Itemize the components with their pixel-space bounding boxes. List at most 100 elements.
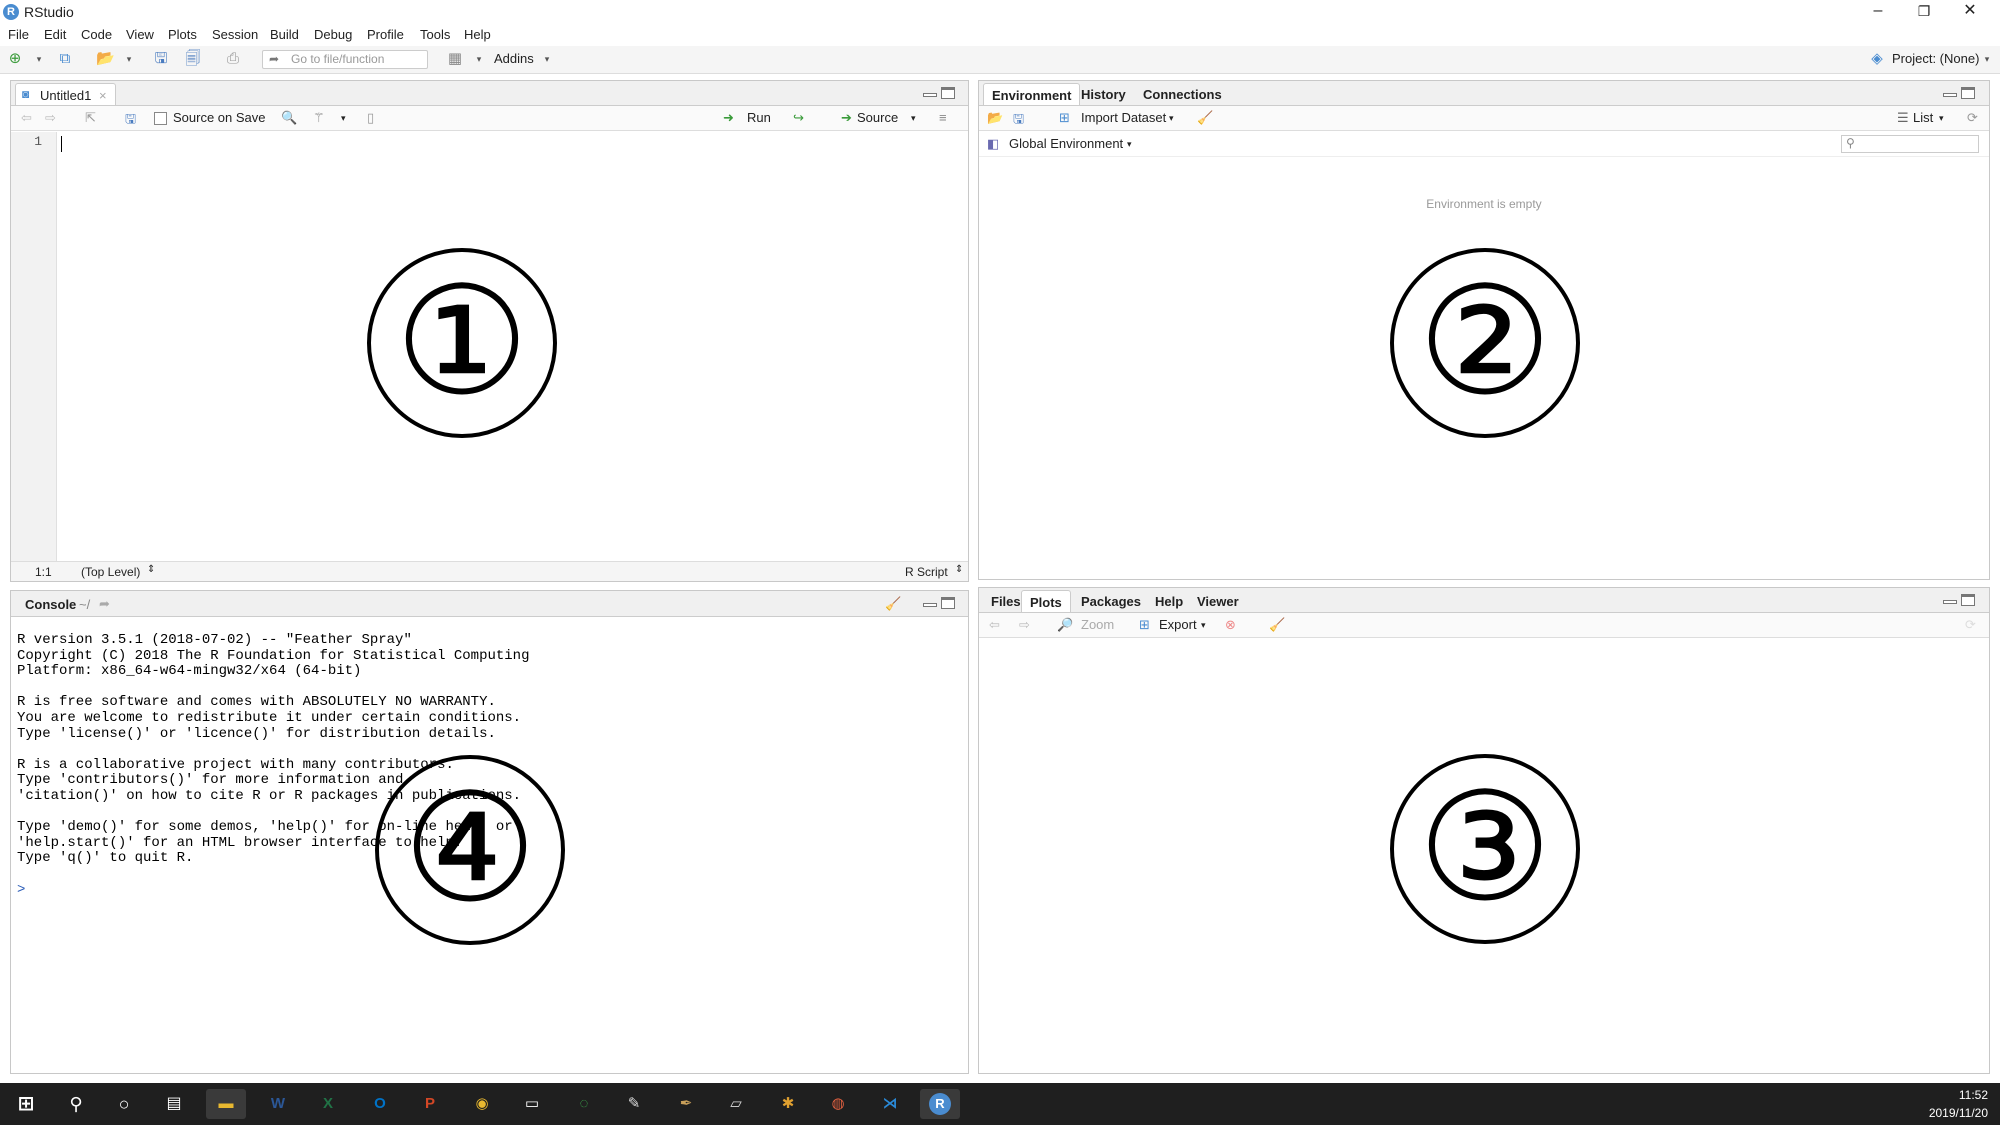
tab-packages[interactable]: Packages — [1073, 590, 1149, 612]
menu-code[interactable]: Code — [81, 27, 112, 42]
new-file-dropdown-icon[interactable]: ▾ — [30, 50, 48, 68]
remove-plot-icon[interactable]: ⊗ — [1225, 617, 1236, 633]
file-type-selector[interactable]: R Script — [905, 565, 948, 579]
export-dropdown-icon[interactable]: ▾ — [1201, 620, 1206, 631]
menu-view[interactable]: View — [126, 27, 154, 42]
menu-file[interactable]: File — [8, 27, 29, 42]
tab-history[interactable]: History — [1073, 83, 1134, 105]
menu-edit[interactable]: Edit — [44, 27, 66, 42]
back-arrow-icon[interactable]: ⇦ — [21, 110, 32, 126]
source-on-save-checkbox[interactable] — [154, 112, 167, 125]
slack-icon[interactable]: ✱ — [768, 1089, 808, 1119]
plot-forward-icon[interactable]: ⇨ — [1019, 617, 1030, 633]
inkscape-app-icon[interactable]: ✒ — [666, 1089, 706, 1119]
close-button[interactable]: ✕ — [1947, 0, 1993, 24]
forward-arrow-icon[interactable]: ⇨ — [45, 110, 56, 126]
plot-refresh-icon[interactable]: ⟳ — [1965, 617, 1976, 633]
zoom-button[interactable]: Zoom — [1081, 617, 1114, 632]
cortana-icon[interactable]: ○ — [104, 1089, 144, 1119]
powerpoint-icon[interactable]: P — [410, 1089, 450, 1119]
files-minmax[interactable] — [1943, 594, 1977, 608]
console-minmax[interactable] — [923, 597, 957, 611]
run-button[interactable]: Run — [747, 110, 771, 125]
export-button[interactable]: Export — [1159, 617, 1197, 632]
tab-help[interactable]: Help — [1147, 590, 1191, 612]
environment-minmax[interactable] — [1943, 87, 1977, 101]
menu-build[interactable]: Build — [270, 27, 299, 42]
word-icon[interactable]: W — [258, 1089, 298, 1119]
menu-debug[interactable]: Debug — [314, 27, 352, 42]
layout-dropdown-icon[interactable]: ▾ — [470, 50, 488, 68]
console-go-to-dir-icon[interactable]: ➦ — [99, 596, 110, 612]
list-view-selector[interactable]: List — [1913, 110, 1933, 125]
chrome-icon[interactable]: ◉ — [462, 1089, 502, 1119]
code-tools-wand-icon[interactable]: ⚚ — [313, 110, 325, 126]
rerun-icon[interactable]: ↪ — [793, 110, 804, 126]
import-dropdown-icon[interactable]: ▾ — [1169, 113, 1174, 124]
main-toolbar: ⊕ ▾ ⧉ 📂 ▾ 🖫 🗐 ⎙ ➦ Go to file/function ▦ … — [0, 46, 2000, 74]
save-all-icon[interactable]: 🗐 — [184, 50, 202, 68]
refresh-icon[interactable]: ⟳ — [1967, 110, 1978, 126]
save-workspace-icon[interactable]: 🖫 — [1013, 110, 1024, 132]
import-dataset-button[interactable]: Import Dataset — [1081, 110, 1166, 125]
tab-connections[interactable]: Connections — [1135, 83, 1230, 105]
code-tools-dropdown-icon[interactable]: ▾ — [341, 113, 346, 124]
outlook-icon[interactable]: O — [360, 1089, 400, 1119]
clear-plots-broom-icon[interactable]: 🧹 — [1269, 617, 1285, 633]
console-clear-broom-icon[interactable]: 🧹 — [885, 596, 901, 612]
minimize-button[interactable]: – — [1855, 0, 1901, 24]
rstudio-taskbar-icon[interactable]: R — [920, 1089, 960, 1119]
menu-profile[interactable]: Profile — [367, 27, 404, 42]
save-icon[interactable]: 🖫 — [152, 50, 170, 68]
menu-session[interactable]: Session — [212, 27, 258, 42]
clear-workspace-broom-icon[interactable]: 🧹 — [1197, 110, 1213, 126]
load-workspace-icon[interactable]: 📂 — [987, 110, 1003, 126]
addins-dropdown-icon[interactable]: ▾ — [538, 50, 556, 68]
grid-layout-icon[interactable]: ▦ — [446, 50, 464, 68]
editor-minmax[interactable] — [923, 87, 957, 101]
environment-search-input[interactable]: ⚲ — [1841, 135, 1979, 153]
file-explorer-icon[interactable]: ▬ — [206, 1089, 246, 1119]
project-menu[interactable]: Project: (None) — [1892, 51, 1979, 66]
paint-app-icon[interactable]: ✎ — [614, 1089, 654, 1119]
vscode-icon[interactable]: ⋊ — [870, 1089, 910, 1119]
environment-scope-selector[interactable]: Global Environment — [1009, 136, 1123, 151]
environment-scope-dropdown-icon[interactable]: ▾ — [1127, 139, 1132, 150]
new-project-icon[interactable]: ⧉ — [56, 50, 74, 68]
print-icon[interactable]: ⎙ — [224, 50, 242, 68]
source-button[interactable]: Source — [857, 110, 898, 125]
go-to-file-input[interactable]: ➦ Go to file/function — [262, 50, 428, 69]
scope-selector[interactable]: (Top Level) — [81, 565, 140, 579]
menu-help[interactable]: Help — [464, 27, 491, 42]
search-icon[interactable]: ⚲ — [56, 1089, 96, 1119]
tab-untitled1[interactable]: ◙ Untitled1 × — [15, 83, 116, 105]
menu-tools[interactable]: Tools — [420, 27, 450, 42]
open-recent-dropdown-icon[interactable]: ▾ — [120, 50, 138, 68]
show-in-window-icon[interactable]: ⇱ — [85, 110, 96, 126]
addins-menu[interactable]: Addins — [494, 51, 534, 66]
menu-plots[interactable]: Plots — [168, 27, 197, 42]
editor-save-icon[interactable]: 🖫 — [125, 110, 136, 132]
open-file-icon[interactable]: 📂 — [96, 50, 115, 68]
source-dropdown-icon[interactable]: ▾ — [911, 113, 916, 124]
tab-environment[interactable]: Environment — [983, 83, 1081, 105]
taskbar-clock[interactable]: 11:52 2019/11/20 — [1929, 1086, 1988, 1122]
terminal-icon[interactable]: ▭ — [512, 1089, 552, 1119]
tab-plots[interactable]: Plots — [1021, 590, 1071, 612]
ubuntu-icon[interactable]: ◍ — [818, 1089, 858, 1119]
notepad-app-icon[interactable]: ▱ — [716, 1089, 756, 1119]
find-replace-icon[interactable]: 🔍 — [281, 110, 297, 126]
excel-icon[interactable]: X — [308, 1089, 348, 1119]
list-dropdown-icon[interactable]: ▾ — [1939, 113, 1944, 124]
plot-back-icon[interactable]: ⇦ — [989, 617, 1000, 633]
project-dropdown-icon[interactable]: ▾ — [1978, 50, 1996, 68]
tab-close-icon[interactable]: × — [99, 88, 107, 103]
windows-start-icon[interactable]: ⊞ — [6, 1089, 46, 1119]
restore-button[interactable]: ❐ — [1901, 0, 1947, 24]
green-ring-app-icon[interactable]: ◌ — [564, 1089, 604, 1119]
new-file-icon[interactable]: ⊕ — [6, 50, 24, 68]
tab-viewer[interactable]: Viewer — [1189, 590, 1247, 612]
document-outline-icon[interactable]: ≡ — [939, 110, 947, 125]
task-view-icon[interactable]: ▤ — [154, 1089, 194, 1119]
compile-report-icon[interactable]: ▯ — [367, 110, 374, 126]
